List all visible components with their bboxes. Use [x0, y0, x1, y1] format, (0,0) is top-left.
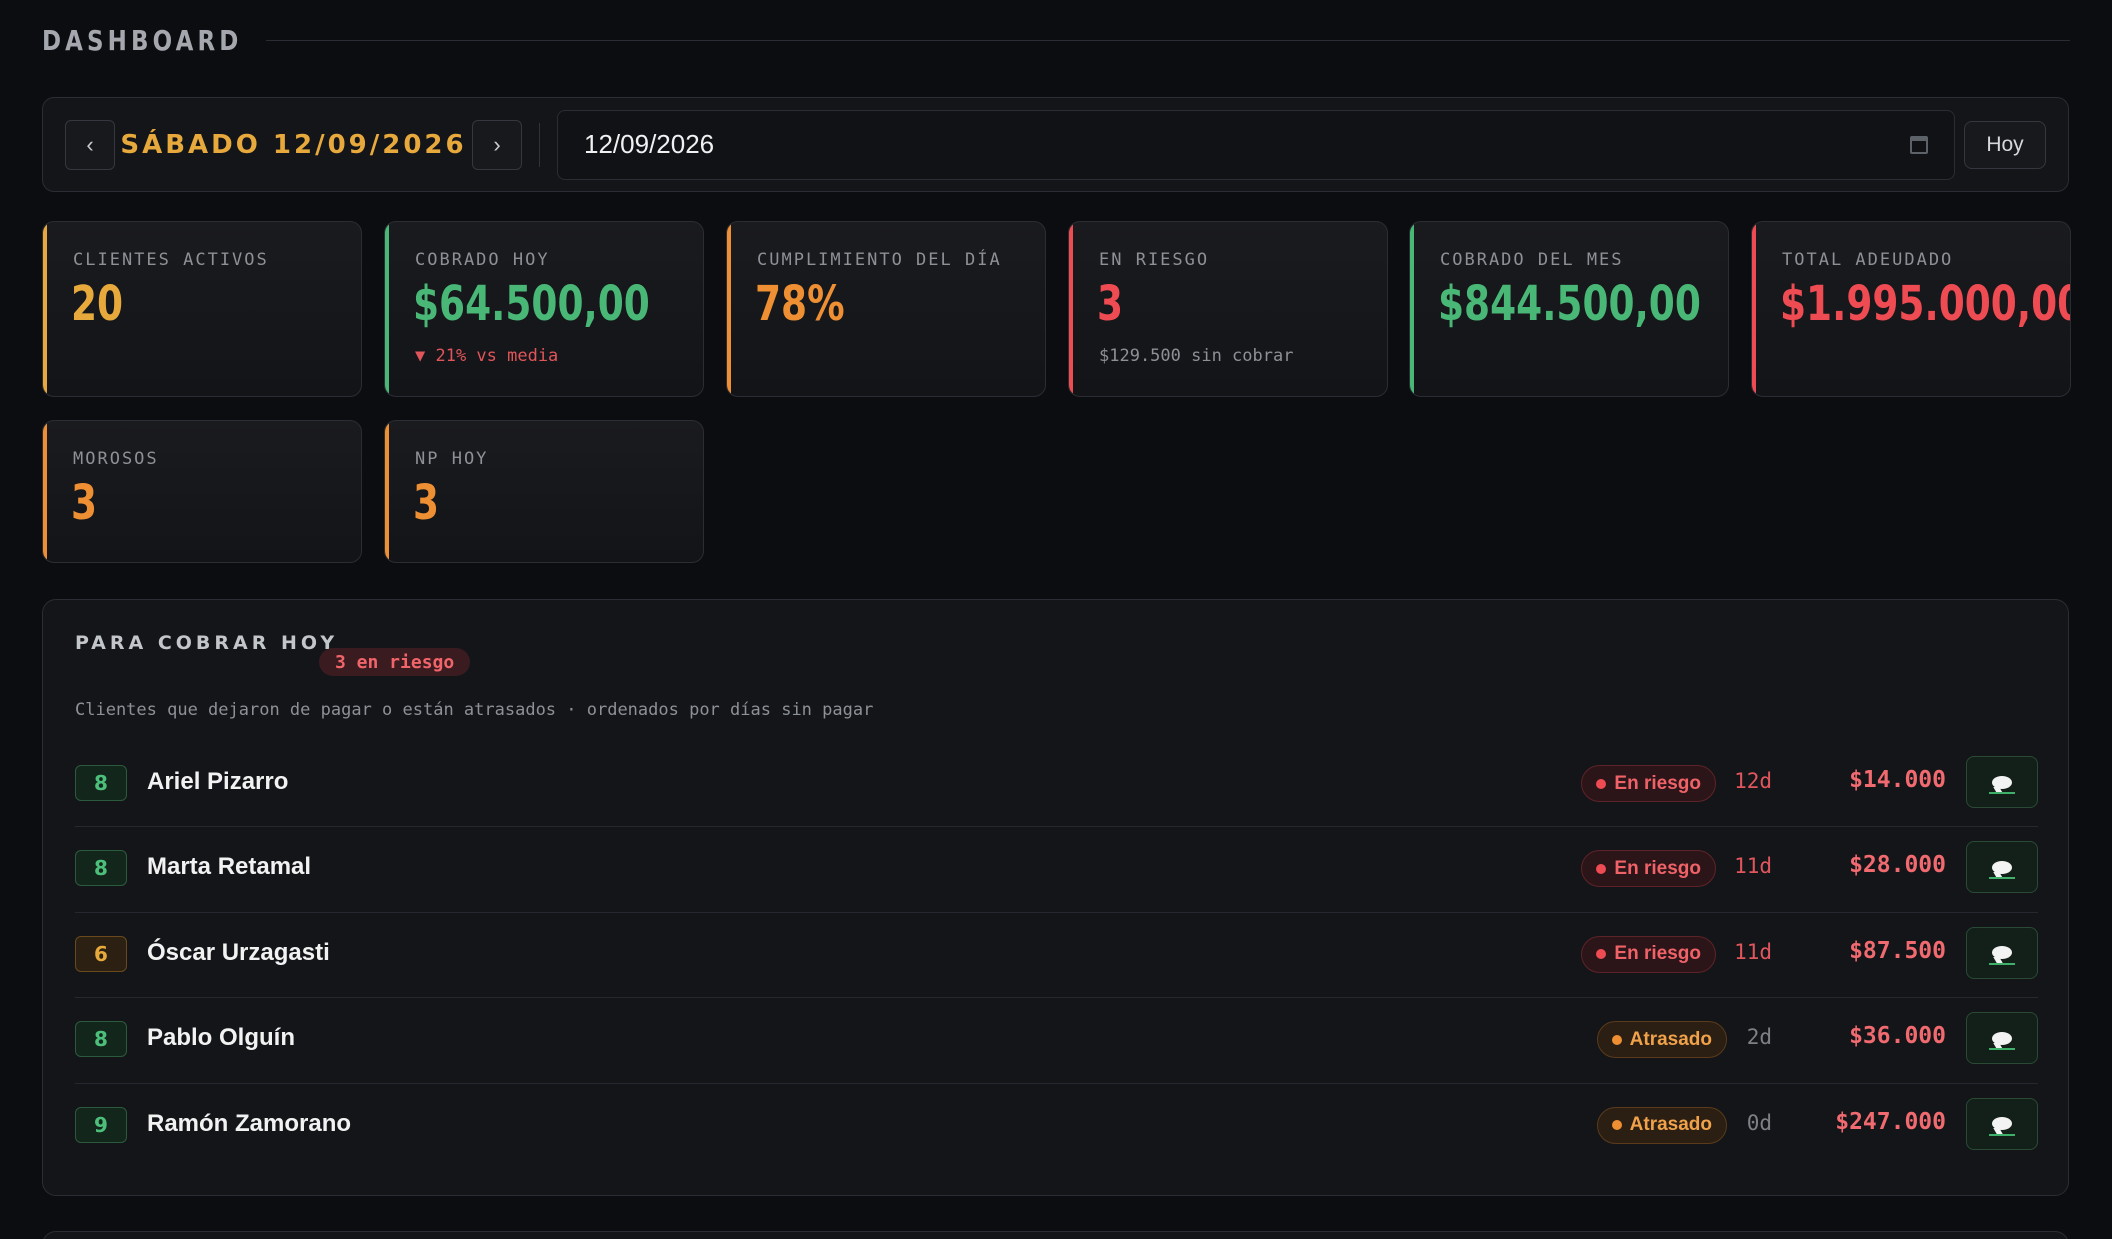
stat-card-morosos: MOROSOS 3: [42, 420, 362, 563]
send-message-button[interactable]: [1966, 926, 2038, 979]
days-unpaid: 11d: [1734, 939, 1772, 964]
list-item[interactable]: 6 Óscar Urzagasti En riesgo 11d $87.500: [75, 913, 2038, 999]
client-list: 8 Ariel Pizarro En riesgo 12d $14.000 8 …: [75, 742, 2038, 1169]
risk-count-badge: 3 en riesgo: [319, 648, 471, 676]
chat-icon: [1992, 1117, 2012, 1131]
page-header: DASHBOARD: [42, 18, 2070, 62]
stat-value: 20: [71, 276, 124, 332]
list-item[interactable]: 8 Pablo Olguín Atrasado 2d $36.000: [75, 998, 2038, 1084]
date-input-value: 12/09/2026: [584, 129, 715, 159]
underline-decoration: [1989, 792, 2015, 794]
status-badge: Atrasado: [1596, 1021, 1727, 1059]
stat-card-cobrado-mes: COBRADO DEL MES $844.500,00: [1409, 221, 1729, 397]
date-bar-divider: [539, 122, 540, 167]
collection-panel: PARA COBRAR HOY 3 en riesgo Clientes que…: [42, 599, 2069, 1196]
client-name[interactable]: Óscar Urzagasti: [147, 939, 330, 967]
today-button[interactable]: Hoy: [1964, 120, 2046, 169]
stat-subtext: $129.500 sin cobrar: [1099, 346, 1294, 366]
stat-label: TOTAL ADEUDADO: [1782, 250, 1954, 270]
stat-label: NP HOY: [415, 449, 489, 469]
stat-label: CLIENTES ACTIVOS: [73, 250, 269, 270]
client-score-badge: 8: [75, 850, 127, 887]
client-score-badge: 8: [75, 765, 127, 801]
stat-value: $1.995.000,00: [1780, 276, 2071, 332]
days-unpaid: 11d: [1734, 854, 1772, 879]
stat-label: EN RIESGO: [1099, 250, 1210, 270]
chat-icon: [1992, 946, 2012, 960]
stat-value: 3: [1097, 276, 1124, 332]
stat-card-cobrado-hoy: COBRADO HOY $64.500,00 ▼ 21% vs media: [384, 221, 704, 397]
status-dot-icon: [1596, 778, 1607, 789]
send-message-button[interactable]: [1966, 1012, 2038, 1065]
amount-due: $36.000: [1849, 1023, 1946, 1050]
date-navigation-bar: ‹ SÁBADO 12/09/2026 › 12/09/2026 Hoy: [42, 97, 2069, 192]
panel-description: Clientes que dejaron de pagar o están at…: [75, 700, 874, 720]
chat-icon: [1992, 860, 2012, 874]
amount-due: $87.500: [1849, 937, 1946, 964]
status-badge: En riesgo: [1581, 850, 1716, 888]
status-label: En riesgo: [1614, 943, 1701, 965]
stat-card-en-riesgo: EN RIESGO 3 $129.500 sin cobrar: [1068, 221, 1388, 397]
amount-due: $28.000: [1849, 852, 1946, 879]
status-badge: En riesgo: [1581, 765, 1716, 802]
stat-card-np-hoy: NP HOY 3: [384, 420, 704, 563]
stat-label: MOROSOS: [73, 449, 159, 469]
amount-due: $247.000: [1835, 1108, 1946, 1135]
list-item[interactable]: 8 Ariel Pizarro En riesgo 12d $14.000: [75, 742, 2038, 828]
stat-label: CUMPLIMIENTO DEL DÍA: [757, 250, 1002, 270]
underline-decoration: [1989, 877, 2015, 880]
stat-label: COBRADO HOY: [415, 250, 550, 270]
send-message-button[interactable]: [1966, 1097, 2038, 1150]
date-input[interactable]: 12/09/2026: [557, 109, 1955, 180]
days-unpaid: 2d: [1746, 1025, 1772, 1050]
stat-card-total-adeudado: TOTAL ADEUDADO $1.995.000,00: [1751, 221, 2071, 397]
selected-date-label: SÁBADO 12/09/2026: [120, 129, 467, 160]
stat-value: $844.500,00: [1438, 276, 1701, 332]
next-panel-edge: [42, 1231, 2069, 1239]
stat-value: 3: [413, 475, 440, 531]
status-badge: En riesgo: [1581, 935, 1716, 973]
stat-card-clientes-activos: CLIENTES ACTIVOS 20: [42, 221, 362, 397]
status-dot-icon: [1611, 1120, 1622, 1131]
previous-day-button[interactable]: ‹: [65, 119, 115, 170]
status-dot-icon: [1596, 949, 1607, 960]
underline-decoration: [1989, 962, 2015, 965]
status-label: Atrasado: [1629, 1114, 1712, 1136]
underline-decoration: [1989, 1048, 2015, 1051]
stat-card-cumplimiento: CUMPLIMIENTO DEL DÍA 78%: [726, 221, 1046, 397]
status-label: En riesgo: [1614, 772, 1701, 794]
panel-title: PARA COBRAR HOY: [75, 632, 339, 654]
stat-value: $64.500,00: [413, 276, 650, 332]
status-dot-icon: [1611, 1034, 1622, 1045]
list-item[interactable]: 8 Marta Retamal En riesgo 11d $28.000: [75, 827, 2038, 913]
calendar-icon[interactable]: [1910, 135, 1928, 154]
chat-icon: [1992, 775, 2012, 789]
client-name[interactable]: Ramón Zamorano: [147, 1110, 351, 1138]
underline-decoration: [1989, 1133, 2015, 1136]
status-badge: Atrasado: [1596, 1106, 1727, 1144]
days-unpaid: 0d: [1746, 1110, 1772, 1135]
days-unpaid: 12d: [1734, 769, 1772, 793]
client-name[interactable]: Ariel Pizarro: [147, 768, 288, 796]
next-day-button[interactable]: ›: [472, 119, 522, 170]
client-name[interactable]: Pablo Olguín: [147, 1024, 295, 1052]
chat-icon: [1992, 1031, 2012, 1045]
client-score-badge: 9: [75, 1106, 127, 1143]
header-divider: [266, 39, 2070, 41]
list-item[interactable]: 9 Ramón Zamorano Atrasado 0d $247.000: [75, 1084, 2038, 1169]
send-message-button[interactable]: [1966, 841, 2038, 894]
client-score-badge: 8: [75, 1021, 127, 1058]
status-dot-icon: [1596, 863, 1607, 874]
client-name[interactable]: Marta Retamal: [147, 853, 311, 881]
client-score-badge: 6: [75, 935, 127, 972]
page-title: DASHBOARD: [42, 23, 243, 57]
stat-value: 3: [71, 475, 98, 531]
stat-trend: ▼ 21% vs media: [415, 346, 559, 366]
send-message-button[interactable]: [1966, 756, 2038, 808]
status-label: En riesgo: [1614, 857, 1701, 879]
stat-value: 78%: [755, 276, 845, 332]
status-label: Atrasado: [1629, 1028, 1712, 1050]
amount-due: $14.000: [1849, 767, 1946, 793]
stat-label: COBRADO DEL MES: [1440, 250, 1624, 270]
